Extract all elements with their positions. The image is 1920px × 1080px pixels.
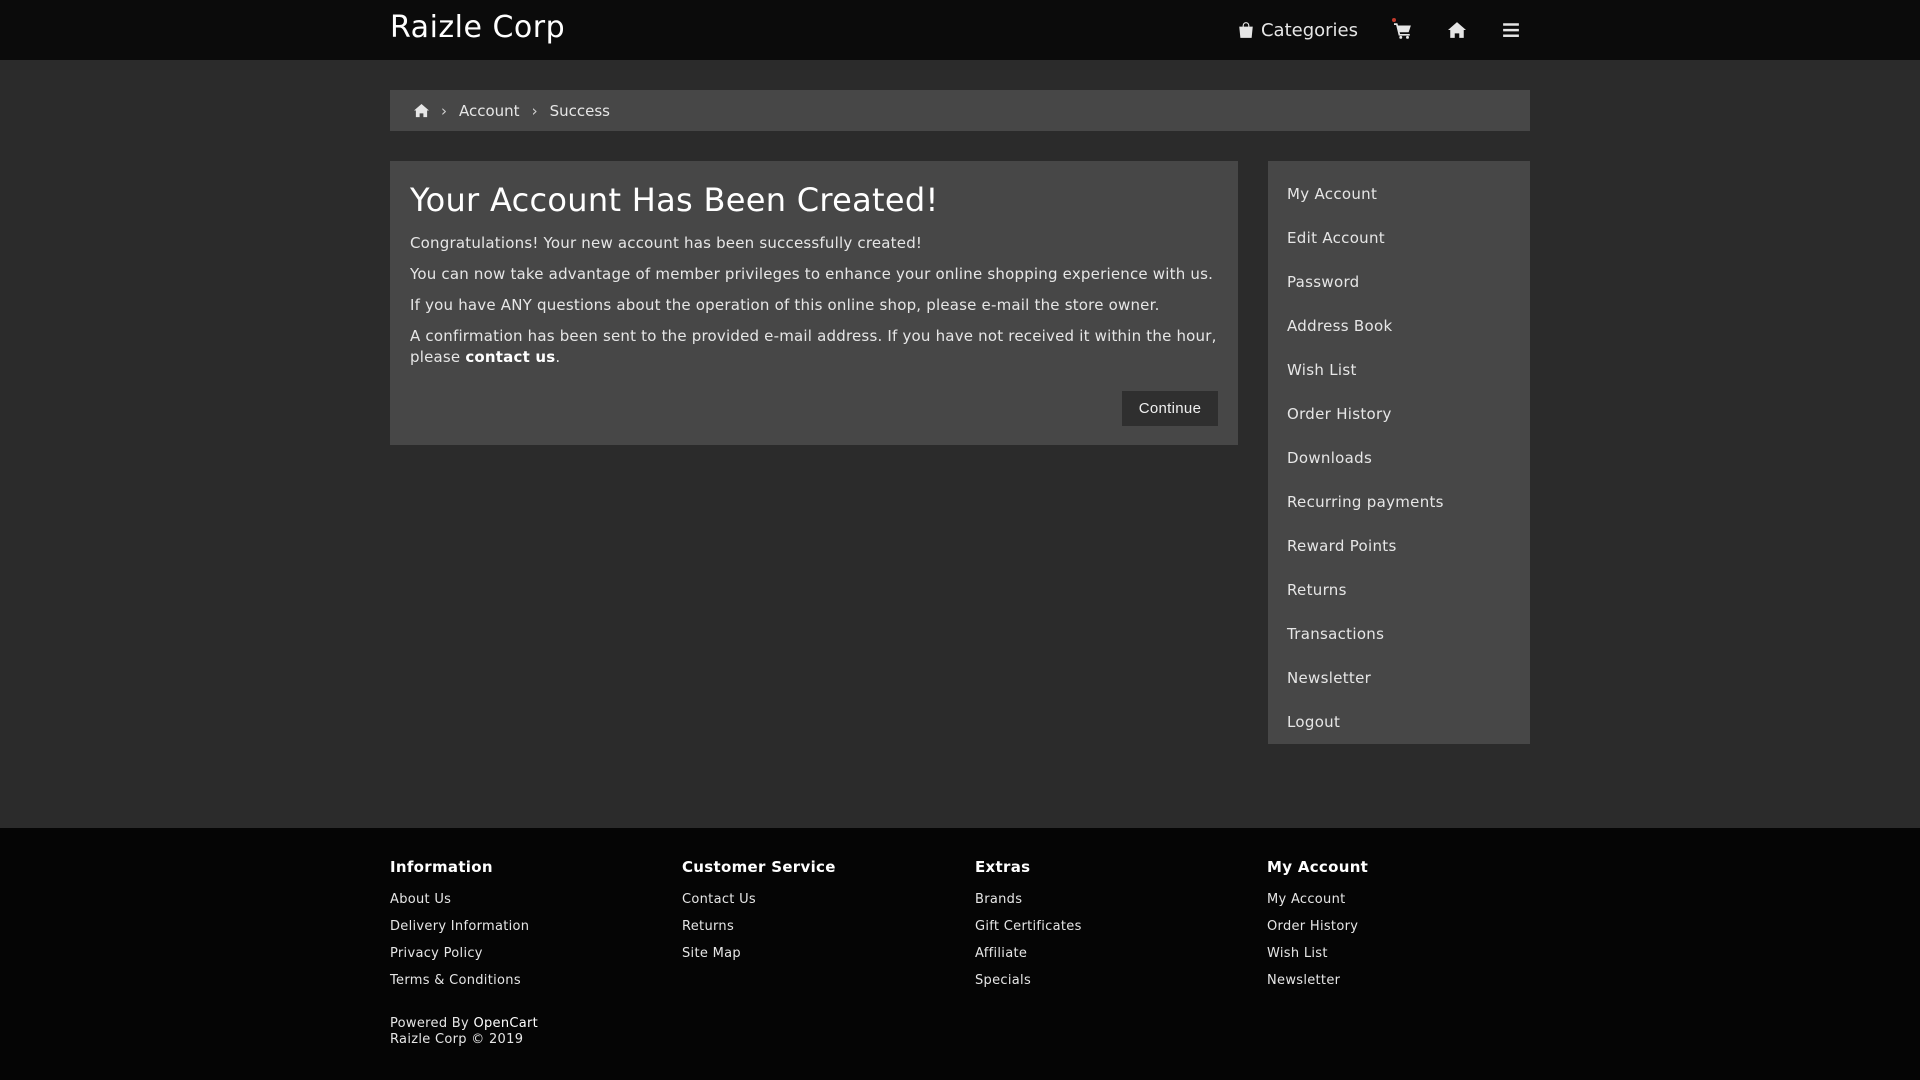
success-panel: Your Account Has Been Created! Congratul… bbox=[390, 161, 1238, 445]
footer: Information About Us Delivery Informatio… bbox=[0, 828, 1920, 1080]
cart-button[interactable] bbox=[1392, 18, 1412, 39]
footer-link-site-map[interactable]: Site Map bbox=[682, 940, 836, 967]
contact-us-link[interactable]: contact us bbox=[465, 348, 555, 366]
footer-link-specials[interactable]: Specials bbox=[975, 967, 1082, 994]
confirmation-text-end: . bbox=[555, 348, 561, 366]
powered-by: Powered By OpenCart Raizle Corp © 2019 bbox=[390, 1016, 538, 1048]
menu-button[interactable] bbox=[1502, 21, 1520, 39]
sidebar-item-order-history[interactable]: Order History bbox=[1268, 392, 1530, 436]
confirmation-paragraph: A confirmation has been sent to the prov… bbox=[410, 326, 1218, 368]
sidebar-item-reward-points[interactable]: Reward Points bbox=[1268, 524, 1530, 568]
home-button[interactable] bbox=[1448, 21, 1466, 39]
footer-link-about-us[interactable]: About Us bbox=[390, 886, 529, 913]
home-icon bbox=[1448, 21, 1466, 39]
sidebar-item-address-book[interactable]: Address Book bbox=[1268, 304, 1530, 348]
sidebar-item-wish-list[interactable]: Wish List bbox=[1268, 348, 1530, 392]
continue-button[interactable]: Continue bbox=[1122, 391, 1218, 426]
footer-link-my-account[interactable]: My Account bbox=[1267, 886, 1368, 913]
powered-by-line: Powered By OpenCart bbox=[390, 1016, 538, 1032]
breadcrumb-separator: › bbox=[441, 101, 447, 120]
sidebar-item-downloads[interactable]: Downloads bbox=[1268, 436, 1530, 480]
menu-icon bbox=[1502, 21, 1520, 39]
footer-heading: Information bbox=[390, 858, 493, 876]
page-title: Your Account Has Been Created! bbox=[410, 181, 939, 219]
powered-by-text: Powered By bbox=[390, 1016, 474, 1031]
message-paragraph: If you have ANY questions about the oper… bbox=[410, 296, 1160, 314]
sidebar-item-logout[interactable]: Logout bbox=[1268, 700, 1530, 744]
footer-heading: Extras bbox=[975, 858, 1031, 876]
footer-link-privacy-policy[interactable]: Privacy Policy bbox=[390, 940, 529, 967]
footer-column-my-account: My Account My Account Order History Wish… bbox=[1267, 858, 1368, 994]
copyright: Raizle Corp © 2019 bbox=[390, 1032, 524, 1047]
footer-link-terms-conditions[interactable]: Terms & Conditions bbox=[390, 967, 529, 994]
footer-column-information: Information About Us Delivery Informatio… bbox=[390, 858, 529, 994]
sidebar-item-transactions[interactable]: Transactions bbox=[1268, 612, 1530, 656]
shopping-bag-icon bbox=[1237, 21, 1255, 39]
footer-link-delivery-information[interactable]: Delivery Information bbox=[390, 913, 529, 940]
cart-notification-dot bbox=[1392, 18, 1396, 22]
footer-link-affiliate[interactable]: Affiliate bbox=[975, 940, 1082, 967]
home-icon bbox=[414, 103, 429, 118]
breadcrumb-account[interactable]: Account bbox=[459, 102, 520, 120]
sidebar-item-edit-account[interactable]: Edit Account bbox=[1268, 216, 1530, 260]
sidebar-item-returns[interactable]: Returns bbox=[1268, 568, 1530, 612]
sidebar-item-password[interactable]: Password bbox=[1268, 260, 1530, 304]
top-navbar: Raizle Corp Categories bbox=[0, 0, 1920, 60]
footer-heading: Customer Service bbox=[682, 858, 836, 876]
opencart-link[interactable]: OpenCart bbox=[473, 1016, 538, 1031]
categories-menu[interactable]: Categories bbox=[1237, 20, 1358, 41]
cart-icon bbox=[1392, 18, 1412, 39]
footer-link-contact-us[interactable]: Contact Us bbox=[682, 886, 836, 913]
footer-column-customer-service: Customer Service Contact Us Returns Site… bbox=[682, 858, 836, 967]
footer-link-wish-list[interactable]: Wish List bbox=[1267, 940, 1368, 967]
top-nav: Categories bbox=[1237, 0, 1520, 60]
message-paragraph: Congratulations! Your new account has be… bbox=[410, 234, 923, 252]
sidebar-item-recurring-payments[interactable]: Recurring payments bbox=[1268, 480, 1530, 524]
breadcrumb-home[interactable] bbox=[414, 103, 429, 118]
categories-label: Categories bbox=[1260, 19, 1358, 41]
footer-column-extras: Extras Brands Gift Certificates Affiliat… bbox=[975, 858, 1082, 994]
footer-heading: My Account bbox=[1267, 858, 1369, 876]
breadcrumb-success[interactable]: Success bbox=[550, 102, 610, 120]
breadcrumb-separator: › bbox=[531, 101, 538, 120]
breadcrumb: › Account › Success bbox=[390, 90, 1530, 131]
footer-link-brands[interactable]: Brands bbox=[975, 886, 1082, 913]
message-paragraph: You can now take advantage of member pri… bbox=[410, 265, 1214, 283]
sidebar-item-my-account[interactable]: My Account bbox=[1268, 172, 1530, 216]
brand-logo[interactable]: Raizle Corp bbox=[390, 10, 565, 45]
sidebar-item-newsletter[interactable]: Newsletter bbox=[1268, 656, 1530, 700]
account-sidebar: My Account Edit Account Password Address… bbox=[1268, 161, 1530, 744]
footer-link-order-history[interactable]: Order History bbox=[1267, 913, 1368, 940]
footer-link-returns[interactable]: Returns bbox=[682, 913, 836, 940]
footer-link-newsletter[interactable]: Newsletter bbox=[1267, 967, 1368, 994]
footer-link-gift-certificates[interactable]: Gift Certificates bbox=[975, 913, 1082, 940]
